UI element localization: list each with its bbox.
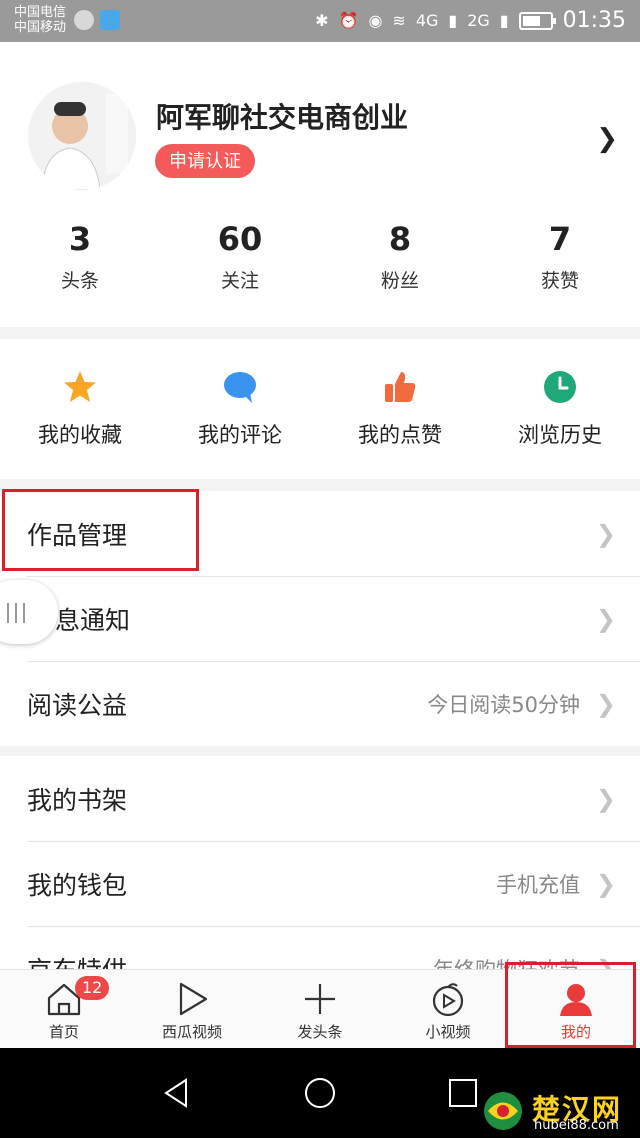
avatar-image [28,82,136,190]
nav-label: 小视频 [425,1023,471,1041]
stat-value: 3 [68,220,92,258]
clock-icon [544,371,576,403]
profile-header[interactable]: 阿军聊社交电商创业 申请认证 ❯ 3 头条 60 关注 8 粉丝 7 获赞 [0,42,640,327]
comment-icon [224,372,256,403]
stat-following[interactable]: 60 关注 [160,220,320,293]
quick-action-favorites[interactable]: 我的收藏 [0,339,160,479]
short-video-icon [432,983,464,1017]
thumbs-up-icon [385,372,416,402]
nav-label: 发头条 [297,1023,343,1041]
chevron-right-icon: ❯ [595,784,616,813]
network-type-1: 4G [415,11,439,30]
stat-followers[interactable]: 8 粉丝 [320,220,480,293]
stat-value: 7 [548,220,572,258]
stat-label: 头条 [60,270,99,292]
bluetooth-icon: ✱ [315,11,329,30]
shield-icon [100,10,120,30]
watermark: 楚汉网 hubei88.com [472,1088,632,1134]
nav-xigua-video[interactable]: 西瓜视频 [128,970,256,1048]
list-item-detail: 手机充值 [496,872,580,897]
back-icon[interactable] [160,1076,194,1110]
speaker-icon [74,10,94,30]
stat-value: 60 [217,220,263,258]
drag-handle-icon [7,603,25,623]
plus-icon [305,984,335,1014]
stat-value: 8 [388,220,412,258]
list-item-notifications[interactable]: 息通知 ❯ [0,576,640,661]
quick-actions: 我的收藏 我的评论 我的点赞 浏览历史 [0,339,640,479]
stat-label: 粉丝 [380,270,419,292]
wifi-icon: ≋ [392,11,406,30]
stat-headlines[interactable]: 3 头条 [0,220,160,293]
carrier-2: 中国移动 [14,20,67,35]
alarm-icon: ⏰ [338,11,359,30]
list-item-bookshelf[interactable]: 我的书架 ❯ [0,756,640,841]
notification-icons [74,10,120,30]
status-right: ✱ ⏰ ◉ ≋ 4G ▮ 2G ▮ 01:35 [315,8,626,33]
profile-stats: 3 头条 60 关注 8 粉丝 7 获赞 [0,220,640,293]
annotation-highlight-box [2,489,199,571]
signal-icon-2: ▮ [499,11,509,30]
list-item-label: 阅读公益 [27,690,128,720]
watermark-logo-icon [484,1092,522,1130]
quick-action-history[interactable]: 浏览历史 [480,339,640,479]
list-item-wallet[interactable]: 我的钱包 手机充值 ❯ [0,841,640,926]
chevron-right-icon: ❯ [595,519,616,548]
quick-action-likes[interactable]: 我的点赞 [320,339,480,479]
network-type-2: 2G [467,11,490,30]
chevron-right-icon[interactable]: ❯ [596,124,618,154]
quick-action-comments[interactable]: 我的评论 [160,339,320,479]
nav-home[interactable]: 12 首页 [0,970,128,1048]
signal-icon: ▮ [448,11,458,30]
list-item-detail: 今日阅读50分钟 [427,692,580,717]
stat-label: 关注 [220,270,259,292]
list-item-reading-charity[interactable]: 阅读公益 今日阅读50分钟 ❯ [0,661,640,746]
chevron-right-icon: ❯ [595,604,616,633]
nav-label: 首页 [48,1023,79,1041]
list-item-label: 我的书架 [27,785,128,815]
list-item-label: 京东特供 [27,955,128,971]
quick-action-label: 我的收藏 [38,423,122,447]
play-icon [179,982,208,1016]
clock-time: 01:35 [562,8,626,33]
quick-action-label: 我的评论 [198,423,282,447]
chevron-right-icon: ❯ [595,689,616,718]
settings-group-2: 我的书架 ❯ 我的钱包 手机充值 ❯ 京东特供 年终购物狂欢节 ❯ [0,756,640,970]
list-item-label: 我的钱包 [27,870,128,900]
nav-label: 西瓜视频 [161,1023,222,1041]
quick-action-label: 浏览历史 [518,423,602,447]
stat-likes[interactable]: 7 获赞 [480,220,640,293]
quick-action-label: 我的点赞 [358,423,442,447]
star-icon [64,371,96,402]
apply-certification-button[interactable]: 申请认证 [155,144,255,178]
avatar[interactable] [28,82,136,190]
nav-post[interactable]: 发头条 [256,970,384,1048]
stat-label: 获赞 [540,270,579,292]
nav-short-video[interactable]: 小视频 [384,970,512,1048]
notification-badge: 12 [75,976,110,1000]
chevron-right-icon: ❯ [595,869,616,898]
annotation-highlight-box-nav [505,962,636,1048]
carrier-1: 中国电信 [14,5,67,20]
home-button-icon[interactable] [303,1076,337,1110]
battery-icon [518,11,556,30]
watermark-url: hubei88.com [534,1118,619,1133]
carrier-info: 中国电信 中国移动 [14,5,66,35]
profile-name: 阿军聊社交电商创业 [156,101,409,134]
status-bar: 中国电信 中国移动 ✱ ⏰ ◉ ≋ 4G ▮ 2G ▮ 01:35 [0,0,640,42]
eye-icon: ◉ [368,11,383,30]
